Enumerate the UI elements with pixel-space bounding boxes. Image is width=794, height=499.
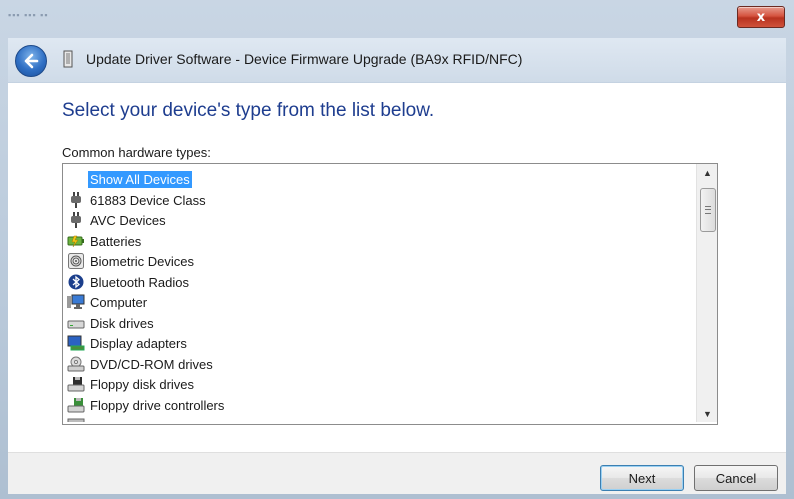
computer-icon xyxy=(67,293,85,311)
floppy-controller-icon xyxy=(67,396,85,414)
list-item-label: Batteries xyxy=(90,233,142,249)
floppy-drive-icon xyxy=(67,375,85,393)
list-item-label: Bluetooth Radios xyxy=(90,274,190,290)
close-button[interactable]: x xyxy=(737,6,785,28)
scroll-down-arrow-icon[interactable]: ▼ xyxy=(697,405,717,422)
close-icon: x xyxy=(756,9,766,25)
next-button[interactable]: Next xyxy=(600,465,684,491)
list-item-label: Display adapters xyxy=(90,335,187,351)
plug-icon xyxy=(67,191,85,209)
list-item-label: 61883 Device Class xyxy=(90,192,206,208)
list-item-bluetooth-radios[interactable]: Bluetooth Radios xyxy=(67,272,191,292)
list-item-biometric-devices[interactable]: Biometric Devices xyxy=(67,251,196,271)
back-button[interactable] xyxy=(15,45,47,77)
list-item-label: Show All Devices xyxy=(88,170,192,188)
wizard-title: Update Driver Software - Device Firmware… xyxy=(86,51,523,67)
list-items: Show All Devices 61883 Device Class AVC … xyxy=(63,164,696,422)
list-item-label: Disk drives xyxy=(90,315,154,331)
grip-icon xyxy=(705,206,711,214)
list-item-display-adapters[interactable]: Display adapters xyxy=(67,333,189,353)
cancel-button[interactable]: Cancel xyxy=(694,465,778,491)
list-item-partially-hidden[interactable] xyxy=(67,416,88,422)
list-item-floppy-disk-drives[interactable]: Floppy disk drives xyxy=(67,374,196,394)
list-item-label: Floppy drive controllers xyxy=(90,397,225,413)
fingerprint-icon xyxy=(67,252,85,270)
page-title: Select your device's type from the list … xyxy=(62,100,435,121)
list-item-dvd-cdrom-drives[interactable]: DVD/CD-ROM drives xyxy=(67,354,215,374)
list-item-avc-devices[interactable]: AVC Devices xyxy=(67,210,168,230)
window-caption-blurred: ▪▪▪ ▪▪▪ ▪▪ xyxy=(8,10,49,20)
device-icon xyxy=(63,50,73,68)
dvd-drive-icon xyxy=(67,355,85,373)
vertical-scrollbar[interactable]: ▲ ▼ xyxy=(696,164,717,422)
list-item-batteries[interactable]: Batteries xyxy=(67,231,143,251)
display-adapter-icon xyxy=(67,334,85,352)
battery-icon xyxy=(67,232,85,250)
blank-icon xyxy=(67,170,85,188)
list-item-computer[interactable]: Computer xyxy=(67,292,149,312)
disk-drive-icon xyxy=(67,314,85,332)
list-item-disk-drives[interactable]: Disk drives xyxy=(67,313,156,333)
list-item-61883-device-class[interactable]: 61883 Device Class xyxy=(67,190,208,210)
scroll-thumb[interactable] xyxy=(700,188,716,232)
scroll-up-arrow-icon[interactable]: ▲ xyxy=(697,164,717,181)
list-item-label: DVD/CD-ROM drives xyxy=(90,356,213,372)
list-item-label: Computer xyxy=(90,294,148,310)
list-item-floppy-drive-controllers[interactable]: Floppy drive controllers xyxy=(67,395,226,415)
bluetooth-icon xyxy=(67,273,85,291)
back-arrow-icon xyxy=(24,53,39,69)
hardware-types-listbox[interactable]: Show All Devices 61883 Device Class AVC … xyxy=(62,163,718,425)
list-item-label: AVC Devices xyxy=(90,212,166,228)
list-item-label: Biometric Devices xyxy=(90,253,195,269)
list-label: Common hardware types: xyxy=(62,145,211,160)
list-item-label: Floppy disk drives xyxy=(90,376,195,392)
device-icon xyxy=(67,417,85,422)
list-item-show-all-devices[interactable]: Show All Devices xyxy=(67,169,192,189)
plug-icon xyxy=(67,211,85,229)
